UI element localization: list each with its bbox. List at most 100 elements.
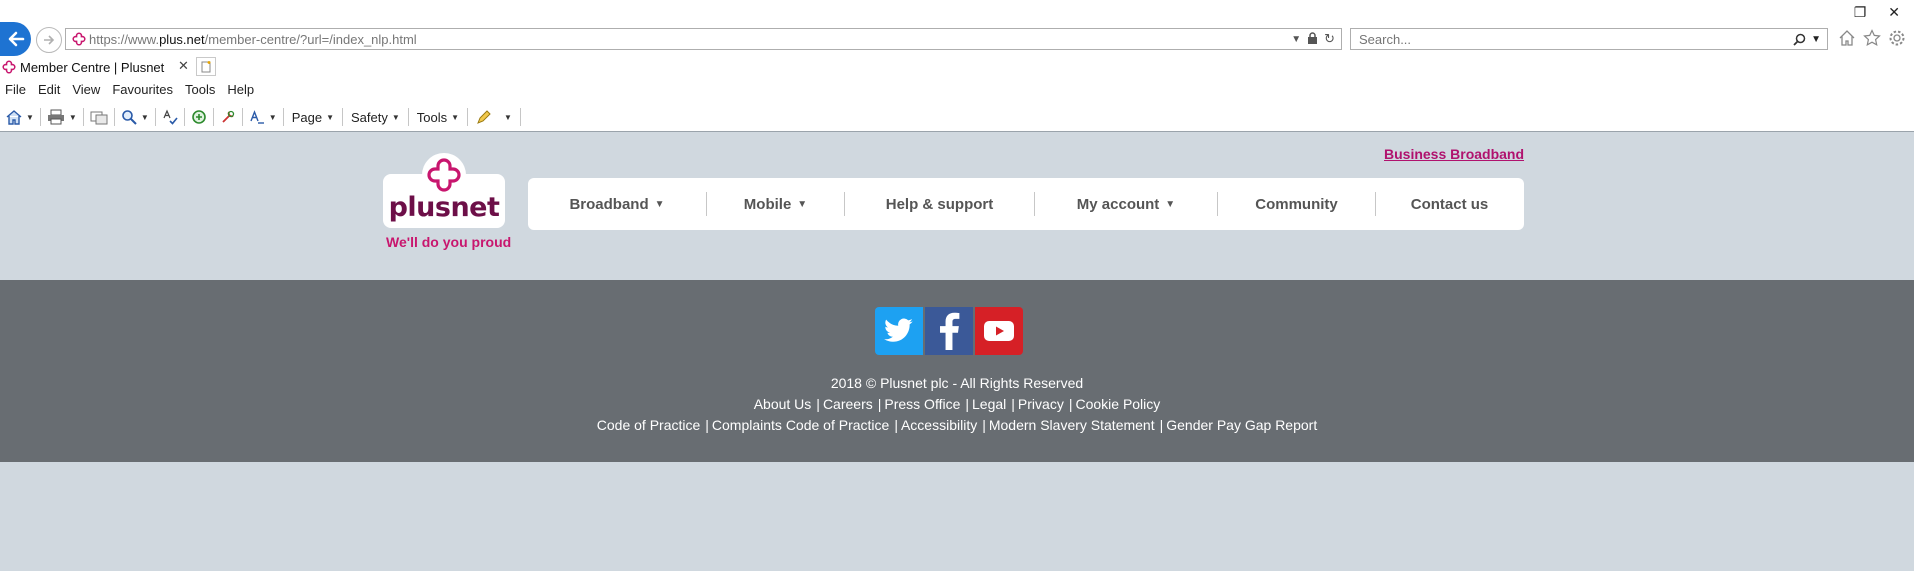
nav-broadband[interactable]: Broadband ▼ [528,178,706,230]
command-bar: ▼ ▼ ▼ ▼ Page ▼ Safety ▼ Tools ▼ ▼ [0,106,521,128]
tools-menu-button[interactable]: Tools ▼ [409,110,467,125]
footer-link-cookie-policy[interactable]: Cookie Policy [1075,396,1160,412]
footer-link-modern-slavery[interactable]: Modern Slavery Statement [989,417,1155,433]
address-url[interactable]: https://www.plus.net/member-centre/?url=… [89,32,1291,47]
url-scheme: https://www. [89,31,160,47]
forward-button[interactable] [36,27,62,53]
wrench-icon [222,110,234,123]
tools-menu-label: Tools [416,109,448,125]
tab-favicon [2,60,16,74]
search-dropdown-icon[interactable]: ▼ [1811,34,1821,45]
business-broadband-link[interactable]: Business Broadband [1384,146,1524,162]
close-window-icon[interactable]: ✕ [1888,4,1900,21]
twitter-icon [884,318,913,342]
forward-arrow-icon [44,35,55,45]
add-on-button[interactable] [185,109,213,125]
print-icon [47,109,64,125]
menu-edit[interactable]: Edit [32,82,66,100]
favorites-star-icon[interactable] [1863,29,1881,47]
menu-favourites[interactable]: Favourites [106,82,179,100]
page-menu-label: Page [291,109,323,125]
nav-broadband-label: Broadband [569,195,649,213]
footer-link-press-office[interactable]: Press Office [884,396,960,412]
nav-my-account[interactable]: My account ▼ [1035,178,1217,230]
zoom-command-button[interactable]: ▼ [115,109,155,125]
page-content: Business Broadband plusnet We'll do you … [0,132,1914,571]
url-path: /member-centre/?url=/index_nlp.html [204,31,417,47]
refresh-icon[interactable]: ↻ [1324,31,1335,47]
print-command-button[interactable]: ▼ [41,109,83,125]
read-mail-button[interactable] [84,109,114,125]
print-dropdown-icon[interactable]: ▼ [69,113,77,122]
safety-menu-button[interactable]: Safety ▼ [343,110,408,125]
site-footer: 2018 © Plusnet plc - All Rights Reserved… [0,280,1914,462]
window-controls: ❐ ✕ [1854,4,1900,21]
nav-help-support[interactable]: Help & support [845,178,1034,230]
home-command-button[interactable]: ▼ [0,109,40,125]
add-on-icon [191,110,206,124]
footer-link-privacy[interactable]: Privacy [1018,396,1064,412]
zoom-icon [122,110,137,125]
translate-dropdown-icon[interactable]: ▼ [269,113,277,122]
footer-link-complaints-code[interactable]: Complaints Code of Practice [712,417,889,433]
nav-contact-us[interactable]: Contact us [1376,178,1523,230]
search-icon[interactable] [1793,33,1806,46]
url-domain: plus.net [159,31,205,47]
back-arrow-icon [8,31,24,47]
lock-icon[interactable] [1307,31,1318,47]
page-menu-button[interactable]: Page ▼ [284,110,342,125]
home-icon[interactable] [1838,29,1856,47]
chevron-down-icon: ▼ [1165,198,1176,210]
footer-links-row-2: Code of Practice | Complaints Code of Prac… [596,417,1318,433]
menu-tools[interactable]: Tools [179,82,221,100]
address-bar[interactable]: https://www.plus.net/member-centre/?url=… [65,28,1342,50]
footer-link-gender-pay-gap[interactable]: Gender Pay Gap Report [1166,417,1317,433]
menu-help[interactable]: Help [221,82,260,100]
tab-close-icon[interactable]: ✕ [178,58,189,74]
main-navigation: Broadband ▼ Mobile ▼ Help & support My acc… [528,178,1524,230]
tools-dropdown-icon: ▼ [451,112,460,122]
home-command-icon [6,110,22,125]
nav-my-account-label: My account [1076,195,1160,213]
footer-link-legal[interactable]: Legal [972,396,1006,412]
plusnet-logo[interactable]: plusnet We'll do you proud [383,152,512,252]
footer-links-row-1: About Us | Careers | Press Office | Legal | Priv… [753,396,1161,412]
youtube-icon [984,321,1014,341]
browser-tab-active[interactable]: Member Centre | Plusnet ✕ [0,57,192,77]
site-header: Business Broadband plusnet We'll do you … [0,132,1914,280]
restore-icon[interactable]: ❐ [1854,4,1867,21]
nav-community[interactable]: Community [1218,178,1375,230]
facebook-button[interactable] [925,307,973,355]
footer-link-about-us[interactable]: About Us [754,396,812,412]
nav-help-support-label: Help & support [885,195,994,213]
zoom-dropdown-icon[interactable]: ▼ [141,113,149,122]
translate-button[interactable]: ▼ [243,109,283,125]
footer-link-careers[interactable]: Careers [823,396,873,412]
translate-icon [250,110,264,124]
facebook-icon [940,312,960,350]
safety-menu-label: Safety [350,109,388,125]
nav-contact-us-label: Contact us [1410,195,1489,213]
spell-check-button[interactable] [156,109,184,125]
footer-link-accessibility[interactable]: Accessibility [901,417,977,433]
home-dropdown-icon[interactable]: ▼ [26,113,34,122]
pen-button[interactable]: ▼ [468,109,520,125]
browser-search-input[interactable] [1357,30,1794,48]
browser-search-box[interactable]: ▼ [1350,28,1828,50]
page-dropdown-icon: ▼ [326,112,334,122]
settings-gear-icon[interactable] [1888,29,1906,47]
address-dropdown-icon[interactable]: ▼ [1291,34,1301,45]
new-tab-icon [201,60,210,72]
nav-community-label: Community [1255,195,1338,213]
menu-view[interactable]: View [66,82,106,100]
twitter-button[interactable] [875,307,923,355]
youtube-button[interactable] [975,307,1023,355]
nav-mobile[interactable]: Mobile ▼ [707,178,844,230]
back-button[interactable] [0,22,31,56]
menu-file[interactable]: File [0,82,32,100]
footer-link-code-of-practice[interactable]: Code of Practice [597,417,701,433]
logo-tagline: We'll do you proud [386,234,512,250]
new-tab-button[interactable] [196,57,216,76]
tools-addon-button[interactable] [214,109,242,125]
site-favicon [69,32,89,46]
